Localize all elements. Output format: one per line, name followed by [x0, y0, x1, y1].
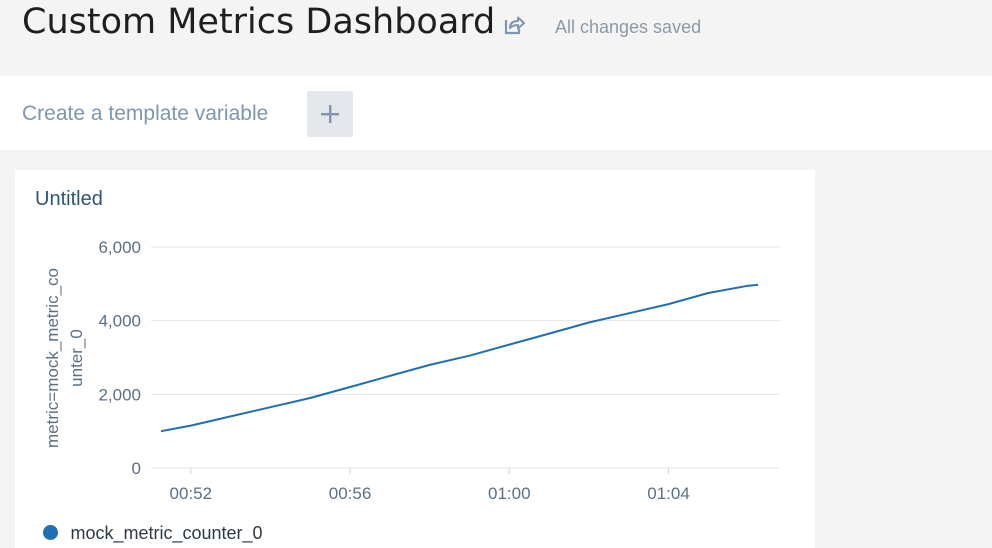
- x-tick-label: 01:04: [647, 484, 690, 503]
- x-tick-label: 00:52: [170, 484, 213, 503]
- add-template-variable-button[interactable]: [307, 91, 353, 137]
- y-tick-label: 6,000: [98, 238, 141, 257]
- legend-color-dot: [43, 524, 58, 540]
- legend-item[interactable]: mock_metric_counter_0: [43, 523, 263, 545]
- series-line-mock_metric_counter_0: [160, 283, 759, 433]
- dashboard-header: Custom Metrics Dashboard All changes sav…: [0, 0, 992, 76]
- x-tick-label: 00:56: [329, 484, 372, 503]
- y-tick-label: 0: [132, 459, 141, 478]
- save-status: All changes saved: [555, 17, 702, 37]
- y-tick-label: 4,000: [98, 312, 141, 331]
- x-tick-label: 01:00: [488, 484, 531, 503]
- y-axis-title: unter_0: [67, 329, 86, 387]
- chart-panel: Untitled 0 2,000 4,000 6,000 00:52 00:56 01:00…: [15, 170, 815, 548]
- create-template-variable-link[interactable]: Create a template variable: [22, 102, 268, 126]
- y-axis-title: metric=mock_metric_co: [43, 268, 62, 448]
- legend-label: mock_metric_counter_0: [70, 523, 263, 543]
- template-variable-bar: Create a template variable: [0, 76, 992, 150]
- y-tick-label: 2,000: [98, 385, 141, 404]
- share-icon[interactable]: [502, 13, 526, 37]
- plus-icon: [321, 105, 339, 123]
- line-chart: 0 2,000 4,000 6,000 00:52 00:56 01:00 01:04 metr…: [43, 238, 780, 503]
- page-title: Custom Metrics Dashboard: [22, 2, 496, 42]
